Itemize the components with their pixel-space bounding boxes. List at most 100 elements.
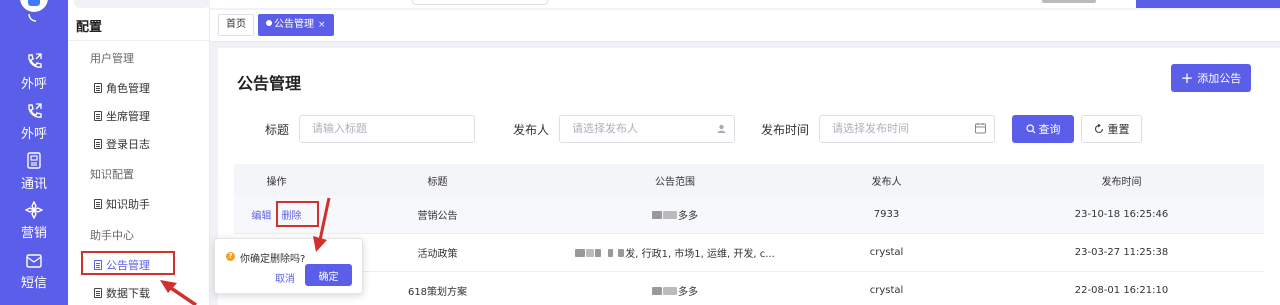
app-rail: 外呼 外呼 通讯 营销 短信 <box>0 0 68 305</box>
sms-icon <box>26 254 42 268</box>
header-user-name[interactable] <box>1042 0 1096 3</box>
menu-group-user: 用户管理 <box>90 52 134 65</box>
refresh-icon <box>1094 124 1103 134</box>
plus-icon: + <box>1180 68 1194 87</box>
menu-item-seats[interactable]: 坐席管理 <box>94 108 150 124</box>
query-button[interactable]: 查询 <box>1012 115 1074 143</box>
rail-item-marketing[interactable]: 营销 <box>0 201 68 241</box>
menu-item-data-download[interactable]: 数据下载 <box>94 285 150 301</box>
rail-item-outbound-1[interactable]: 外呼 <box>0 52 68 92</box>
redacted-block <box>575 248 586 257</box>
close-icon[interactable]: × <box>318 20 326 30</box>
redacted-block <box>618 248 625 257</box>
table-header: 操作 标题 公告范围 发布人 发布时间 <box>234 164 1264 196</box>
active-dot-icon <box>266 20 272 26</box>
phone-icon <box>28 14 37 22</box>
column-header-publisher: 发布人 <box>871 176 902 188</box>
row-scope-text: 发, 行政1, 市场1, 运维, 开发, c... <box>625 249 775 260</box>
row-scope: 多多 <box>556 196 794 233</box>
edit-link[interactable]: 编辑 <box>252 207 272 222</box>
redacted-block <box>652 286 662 295</box>
calendar-icon <box>975 116 986 152</box>
rail-item-outbound-2[interactable]: 外呼 <box>0 102 68 142</box>
menu-item-label: 知识助手 <box>106 198 150 211</box>
menu-item-label: 登录日志 <box>106 138 150 151</box>
row-scope-text: 多多 <box>678 287 698 298</box>
column-header-time: 发布时间 <box>1101 176 1142 188</box>
menu-item-label: 坐席管理 <box>106 110 150 123</box>
popconfirm-question: 你确定删除吗? <box>240 254 306 265</box>
redacted-block <box>663 286 677 295</box>
publisher-filter-label: 发布人 <box>513 123 550 137</box>
row-publisher: crystal <box>869 285 904 296</box>
phone-out-icon <box>28 103 42 118</box>
search-icon <box>1025 124 1035 134</box>
app-logo <box>20 0 48 12</box>
tab-bar: 首页 公告管理 × <box>210 10 1280 42</box>
rail-item-sms[interactable]: 短信 <box>0 253 68 291</box>
add-announcement-button[interactable]: + 添加公告 <box>1171 64 1251 92</box>
rail-item-label: 外呼 <box>20 77 47 92</box>
input-placeholder: 请选择发布时间 <box>832 122 909 135</box>
menu-item-label: 数据下载 <box>106 287 150 300</box>
row-title: 营销公告 <box>417 211 458 222</box>
rail-item-label: 通讯 <box>20 177 47 192</box>
rail-item-label: 外呼 <box>20 127 47 142</box>
menu-group-assistant-center: 助手中心 <box>90 229 134 242</box>
column-header-actions: 操作 <box>266 176 287 188</box>
row-time: 22-08-01 16:21:10 <box>1074 285 1169 296</box>
row-publisher: 7933 <box>873 209 900 220</box>
config-menu: 配置 用户管理 角色管理 坐席管理 登录日志 知识配置 知识助手 助手中心 公告… <box>68 0 210 305</box>
title-filter-label: 标题 <box>265 123 290 137</box>
menu-item-knowledge-assistant[interactable]: 知识助手 <box>94 196 150 212</box>
rail-item-contacts[interactable]: 通讯 <box>0 152 68 192</box>
input-placeholder: 请选择发布人 <box>572 122 638 135</box>
warning-icon: ? <box>226 252 235 261</box>
table-row: 618策划方案 多多 crystal 22-08-01 16:21:10 <box>234 272 1264 305</box>
rail-item-label: 营销 <box>20 226 47 241</box>
popconfirm-confirm-button[interactable]: 确定 <box>305 264 352 286</box>
menu-item-label: 角色管理 <box>106 82 150 95</box>
reset-button-label: 重置 <box>1107 123 1130 136</box>
input-placeholder: 请输入标题 <box>312 122 367 135</box>
time-filter-label: 发布时间 <box>761 123 810 137</box>
header-search-box[interactable] <box>412 0 548 5</box>
query-button-label: 查询 <box>1038 123 1061 136</box>
redacted-block <box>608 248 614 257</box>
menu-group-knowledge: 知识配置 <box>90 168 134 181</box>
column-header-scope: 公告范围 <box>655 176 695 188</box>
rail-item-partial[interactable] <box>0 14 68 25</box>
menu-search-bar[interactable] <box>74 0 210 8</box>
redacted-block <box>652 210 662 219</box>
header-strip <box>210 0 1280 8</box>
reset-button[interactable]: 重置 <box>1081 115 1142 143</box>
table-row: 活动政策 发, 行政1, 市场1, 运维, 开发, c... crystal 2… <box>234 234 1264 272</box>
publisher-filter-select[interactable]: 请选择发布人 <box>559 115 735 143</box>
document-icon <box>94 139 102 149</box>
document-icon <box>94 83 102 93</box>
add-button-label: 添加公告 <box>1197 72 1242 85</box>
menu-item-roles[interactable]: 角色管理 <box>94 80 150 96</box>
popconfirm-cancel-button[interactable]: 取消 <box>275 270 295 285</box>
column-header-title: 标题 <box>427 176 448 188</box>
title-filter-input[interactable]: 请输入标题 <box>299 115 475 143</box>
document-icon <box>94 288 102 298</box>
menu-item-login-log[interactable]: 登录日志 <box>94 136 150 152</box>
contacts-icon <box>27 152 41 169</box>
row-publisher: crystal <box>869 247 904 258</box>
table-row: 编辑 删除 营销公告 多多 7933 23-10-18 16:25:46 <box>234 196 1264 234</box>
document-icon <box>94 111 102 121</box>
header-action-area[interactable] <box>1136 0 1280 8</box>
rail-item-label: 短信 <box>20 276 47 291</box>
menu-title: 配置 <box>76 20 103 35</box>
tab-label: 公告管理 <box>274 19 314 30</box>
redacted-block <box>663 210 677 219</box>
document-icon <box>94 199 102 209</box>
tab-home[interactable]: 首页 <box>218 14 254 36</box>
redacted-block <box>586 248 595 257</box>
time-filter-picker[interactable]: 请选择发布时间 <box>819 115 995 143</box>
highlight-box-menu <box>81 251 175 275</box>
tab-announcements[interactable]: 公告管理 × <box>258 14 334 36</box>
row-time: 23-03-27 11:25:38 <box>1074 247 1169 258</box>
delete-popconfirm: ? 你确定删除吗? 取消 确定 <box>214 238 363 294</box>
